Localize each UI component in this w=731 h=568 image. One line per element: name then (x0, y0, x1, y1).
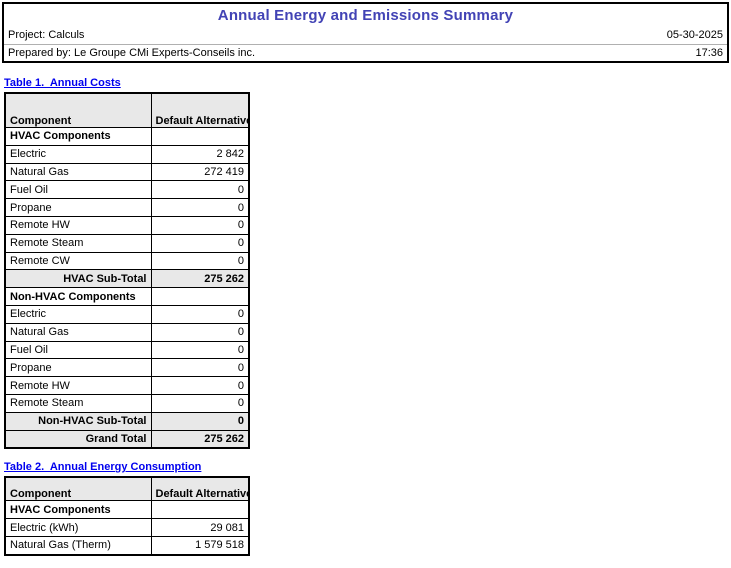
table-row-subtotal: Grand Total275 262 (5, 430, 249, 448)
value-cell: 0 (151, 323, 249, 341)
component-cell: Propane (5, 199, 151, 217)
component-column-header: Component (5, 93, 151, 128)
component-cell: Remote HW (5, 377, 151, 395)
value-cell: 0 (151, 216, 249, 234)
table-row-data: Natural Gas (Therm)1 579 518 (5, 536, 249, 554)
value-cell: 0 (151, 394, 249, 412)
component-cell: Natural Gas (Therm) (5, 536, 151, 554)
value-cell (151, 501, 249, 519)
value-cell: 0 (151, 252, 249, 270)
component-cell: Fuel Oil (5, 181, 151, 199)
table-row-data: Remote Steam0 (5, 394, 249, 412)
project-label: Project: Calculs (8, 27, 84, 44)
value-cell: 275 262 (151, 430, 249, 448)
table-row-data: Remote Steam0 (5, 234, 249, 252)
table-row-data: Electric (kWh)29 081 (5, 519, 249, 537)
component-cell: Electric (kWh) (5, 519, 151, 537)
project-row: Project: Calculs 05-30-2025 (4, 26, 727, 45)
table-row-data: Fuel Oil0 (5, 341, 249, 359)
value-cell: 275 262 (151, 270, 249, 288)
table-row-subtotal: Non-HVAC Sub-Total0 (5, 412, 249, 430)
table-row-section: HVAC Components (5, 128, 249, 146)
table-row-subtotal: HVAC Sub-Total275 262 (5, 270, 249, 288)
table-row-section: HVAC Components (5, 501, 249, 519)
component-cell: Propane (5, 359, 151, 377)
value-cell: 2 842 (151, 145, 249, 163)
table-row-data: Electric2 842 (5, 145, 249, 163)
component-column-header: Component (5, 477, 151, 501)
component-cell: HVAC Sub-Total (5, 270, 151, 288)
alternative-column-header: Default Alternative (151, 477, 249, 501)
table-row-data: Propane0 (5, 359, 249, 377)
value-cell: 0 (151, 377, 249, 395)
value-cell: 0 (151, 305, 249, 323)
value-cell (151, 128, 249, 146)
report-header: Annual Energy and Emissions Summary Proj… (2, 2, 729, 63)
value-cell: 1 579 518 (151, 536, 249, 554)
table-row-data: Fuel Oil0 (5, 181, 249, 199)
value-cell: 272 419 (151, 163, 249, 181)
table-annual-costs: ComponentDefault Alternative ($)HVAC Com… (4, 92, 250, 449)
component-cell: HVAC Components (5, 501, 151, 519)
component-cell: Remote CW (5, 252, 151, 270)
component-cell: Fuel Oil (5, 341, 151, 359)
table-row-section: Non-HVAC Components (5, 288, 249, 306)
value-cell (151, 288, 249, 306)
table-annual-energy-consumption-caption: Table 2. Annual Energy Consumption (4, 461, 250, 473)
tables-container: Table 1. Annual CostsComponentDefault Al… (4, 77, 250, 568)
value-cell: 0 (151, 181, 249, 199)
report-time: 17:36 (695, 45, 723, 62)
report-title: Annual Energy and Emissions Summary (4, 4, 727, 26)
component-cell: Remote HW (5, 216, 151, 234)
component-cell: Remote Steam (5, 394, 151, 412)
component-cell: Remote Steam (5, 234, 151, 252)
alternative-column-header: Default Alternative ($) (151, 93, 249, 128)
table-row-data: Remote HW0 (5, 216, 249, 234)
component-cell: Non-HVAC Sub-Total (5, 412, 151, 430)
component-cell: Electric (5, 145, 151, 163)
table-header-row: ComponentDefault Alternative (5, 477, 249, 501)
table-annual-costs-caption: Table 1. Annual Costs (4, 77, 250, 89)
table-row-data: Natural Gas0 (5, 323, 249, 341)
component-cell: Natural Gas (5, 163, 151, 181)
table-row-data: Propane0 (5, 199, 249, 217)
component-cell: Electric (5, 305, 151, 323)
value-cell: 0 (151, 341, 249, 359)
table-row-data: Electric0 (5, 305, 249, 323)
table-annual-energy-consumption: ComponentDefault AlternativeHVAC Compone… (4, 476, 250, 555)
component-cell: Grand Total (5, 430, 151, 448)
component-cell: Natural Gas (5, 323, 151, 341)
prepared-by-label: Prepared by: Le Groupe CMi Experts-Conse… (8, 45, 255, 62)
component-cell: Non-HVAC Components (5, 288, 151, 306)
table-row-data: Remote CW0 (5, 252, 249, 270)
prepared-by-row: Prepared by: Le Groupe CMi Experts-Conse… (4, 45, 727, 62)
value-cell: 0 (151, 412, 249, 430)
table-row-data: Remote HW0 (5, 377, 249, 395)
value-cell: 29 081 (151, 519, 249, 537)
value-cell: 0 (151, 199, 249, 217)
component-cell: HVAC Components (5, 128, 151, 146)
table-row-data: Natural Gas272 419 (5, 163, 249, 181)
report-date: 05-30-2025 (667, 27, 723, 44)
value-cell: 0 (151, 234, 249, 252)
table-header-row: ComponentDefault Alternative ($) (5, 93, 249, 128)
value-cell: 0 (151, 359, 249, 377)
